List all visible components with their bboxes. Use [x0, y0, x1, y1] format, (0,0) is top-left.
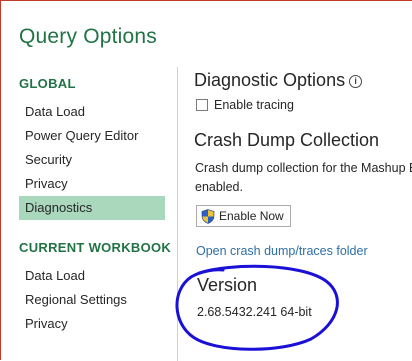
sidebar-heading-global: GLOBAL — [19, 76, 76, 91]
crash-dump-description-line1: Crash dump collection for the Mashup En — [195, 161, 412, 175]
crash-dump-description-line2: enabled. — [195, 180, 243, 194]
crash-dump-heading: Crash Dump Collection — [194, 130, 380, 150]
sidebar-item-regional-settings[interactable]: Regional Settings — [19, 288, 165, 312]
enable-now-label: Enable Now — [219, 209, 284, 223]
version-value: 2.68.5432.241 64-bit — [197, 305, 312, 319]
sidebar-item-security[interactable]: Security — [19, 148, 165, 172]
sidebar-item-diagnostics[interactable]: Diagnostics — [19, 196, 165, 220]
sidebar-item-workbook-privacy[interactable]: Privacy — [19, 312, 165, 336]
sidebar-divider — [177, 67, 178, 361]
enable-tracing-row[interactable]: Enable tracing — [196, 98, 294, 112]
open-crash-dump-folder-link[interactable]: Open crash dump/traces folder — [196, 244, 368, 258]
dialog-window: Query Options GLOBAL Data Load Power Que… — [0, 0, 412, 361]
diagnostic-options-heading: Diagnostic Options i — [194, 70, 363, 91]
crash-dump-description: Crash dump collection for the Mashup En … — [195, 159, 412, 197]
sidebar-item-global-data-load[interactable]: Data Load — [19, 100, 165, 124]
diagnostic-options-title: Diagnostic Options — [194, 70, 346, 90]
info-icon[interactable]: i — [349, 75, 363, 88]
sidebar-item-global-privacy[interactable]: Privacy — [19, 172, 165, 196]
enable-tracing-label: Enable tracing — [214, 98, 294, 112]
sidebar-item-workbook-data-load[interactable]: Data Load — [19, 264, 165, 288]
enable-tracing-checkbox[interactable] — [196, 99, 208, 111]
sidebar-item-power-query-editor[interactable]: Power Query Editor — [19, 124, 165, 148]
enable-now-button[interactable]: Enable Now — [196, 205, 291, 227]
sidebar-heading-current-workbook: CURRENT WORKBOOK — [19, 240, 172, 255]
version-heading: Version — [197, 275, 258, 295]
uac-shield-icon — [201, 208, 215, 224]
dialog-title: Query Options — [19, 25, 157, 48]
